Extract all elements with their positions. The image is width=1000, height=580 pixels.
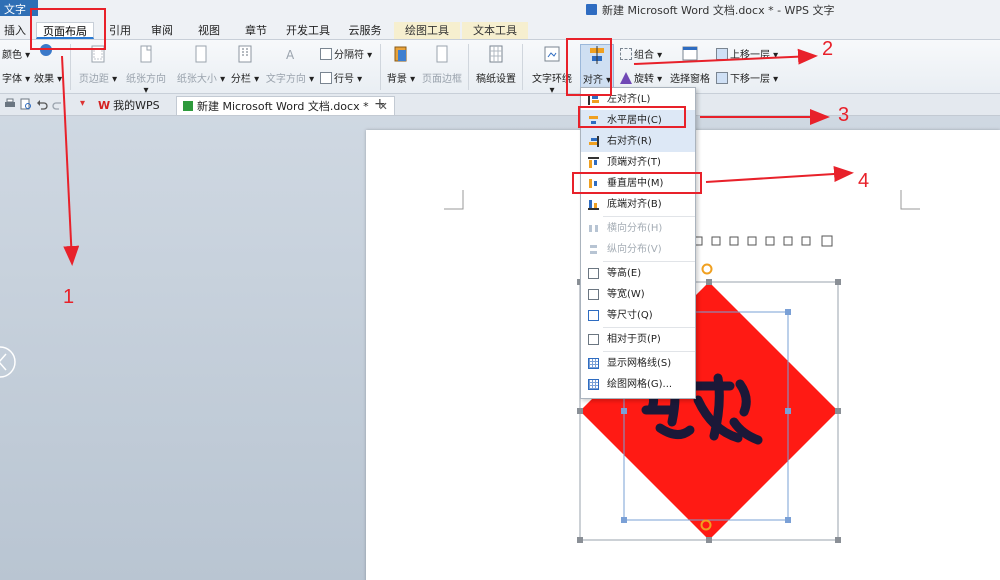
annotation-arrows	[61, 48, 854, 266]
annotation-number-4: 4	[858, 170, 870, 192]
annotation-number-1: 1	[63, 286, 75, 308]
annotation-number-2: 2	[822, 38, 834, 60]
annotation-number-3: 3	[838, 104, 850, 126]
